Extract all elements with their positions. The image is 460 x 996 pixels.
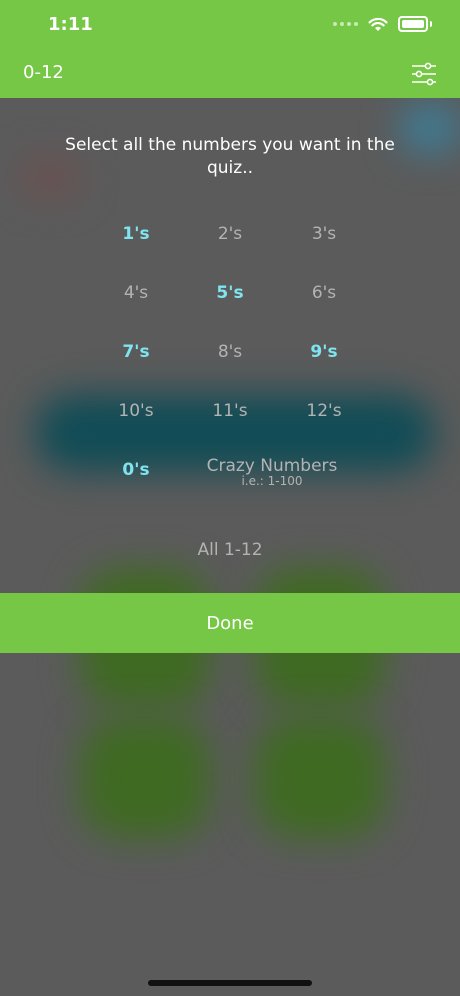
option-0s[interactable]: 0's	[96, 460, 176, 480]
battery-icon	[398, 16, 428, 32]
nav-bar: 0-12	[0, 50, 460, 98]
option-12s[interactable]: 12's	[284, 401, 364, 421]
option-9s[interactable]: 9's	[284, 342, 364, 362]
status-time: 1:11	[48, 14, 93, 35]
option-4s[interactable]: 4's	[96, 283, 176, 303]
option-10s[interactable]: 10's	[96, 401, 176, 421]
option-3s[interactable]: 3's	[284, 224, 364, 244]
option-11s[interactable]: 11's	[190, 401, 270, 421]
nav-title: 0-12	[23, 62, 64, 83]
option-7s[interactable]: 7's	[96, 342, 176, 362]
home-indicator	[148, 980, 312, 986]
crazy-numbers-subtitle: i.e.: 1-100	[241, 474, 303, 488]
option-8s[interactable]: 8's	[190, 342, 270, 362]
all-1-12-button[interactable]: All 1-12	[150, 540, 310, 560]
option-6s[interactable]: 6's	[284, 283, 364, 303]
status-bar: 1:11	[0, 0, 460, 50]
done-button[interactable]: Done	[0, 593, 460, 653]
crazy-numbers-option[interactable]: Crazy Numbers i.e.: 1-100	[190, 456, 354, 488]
done-label: Done	[206, 612, 254, 634]
crazy-numbers-title: Crazy Numbers	[206, 456, 338, 476]
quiz-prompt: Select all the numbers you want in the q…	[65, 135, 395, 178]
option-2s[interactable]: 2's	[190, 224, 270, 244]
settings-button[interactable]	[410, 60, 438, 88]
wifi-icon	[368, 17, 388, 31]
status-icons	[333, 16, 432, 32]
option-5s[interactable]: 5's	[190, 283, 270, 303]
sliders-icon	[412, 62, 436, 86]
battery-tip	[430, 21, 432, 27]
cellular-signal-icon	[333, 22, 358, 26]
option-1s[interactable]: 1's	[96, 224, 176, 244]
